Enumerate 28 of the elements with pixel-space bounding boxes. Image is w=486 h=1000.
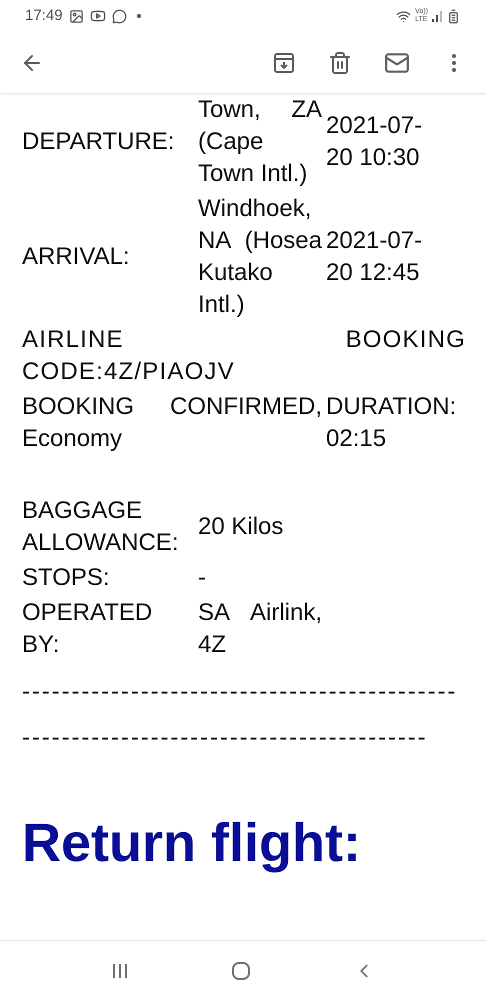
separator-line: ------------------------------------------------------------------------------------- [22, 677, 458, 753]
field-label: STOPS: [22, 563, 111, 593]
field-detail: 2021-07-20 12:45 [326, 226, 424, 288]
recent-apps-icon[interactable] [111, 962, 129, 980]
archive-icon[interactable] [272, 50, 296, 74]
field-value: Town, ZA (Cape Town Intl.) [198, 95, 322, 189]
video-icon [90, 8, 106, 24]
status-time: 17:49 [25, 6, 63, 26]
field-label: BAGGAGE ALLOWANCE: [22, 496, 180, 558]
battery-icon [446, 8, 461, 24]
chat-icon [112, 8, 127, 24]
field-detail: 2021-07-20 10:30 [326, 111, 424, 173]
field-label: OPERATED BY: [22, 598, 154, 660]
home-icon[interactable] [231, 960, 251, 980]
field-value: 20 Kilos [198, 512, 284, 542]
delete-icon[interactable] [328, 50, 352, 74]
field-value: - [198, 563, 207, 593]
image-icon [68, 8, 84, 24]
booking-code: AIRLINE BOOKING CODE:4Z/PIAOJV [22, 325, 466, 387]
wifi-icon [396, 8, 412, 24]
booking-status: BOOKING CONFIRMED, Economy [22, 392, 323, 454]
flight-duration: DURATION: 02:15 [326, 392, 458, 454]
field-label: DEPARTURE: [22, 127, 176, 157]
signal-icon [432, 10, 442, 22]
field-label: ARRIVAL: [22, 242, 131, 272]
field-value: Windhoek, NA (Hosea Kutako Intl.) [198, 194, 322, 320]
section-heading: Return flight: [22, 812, 362, 875]
field-value: SA Airlink, 4Z [198, 598, 322, 660]
